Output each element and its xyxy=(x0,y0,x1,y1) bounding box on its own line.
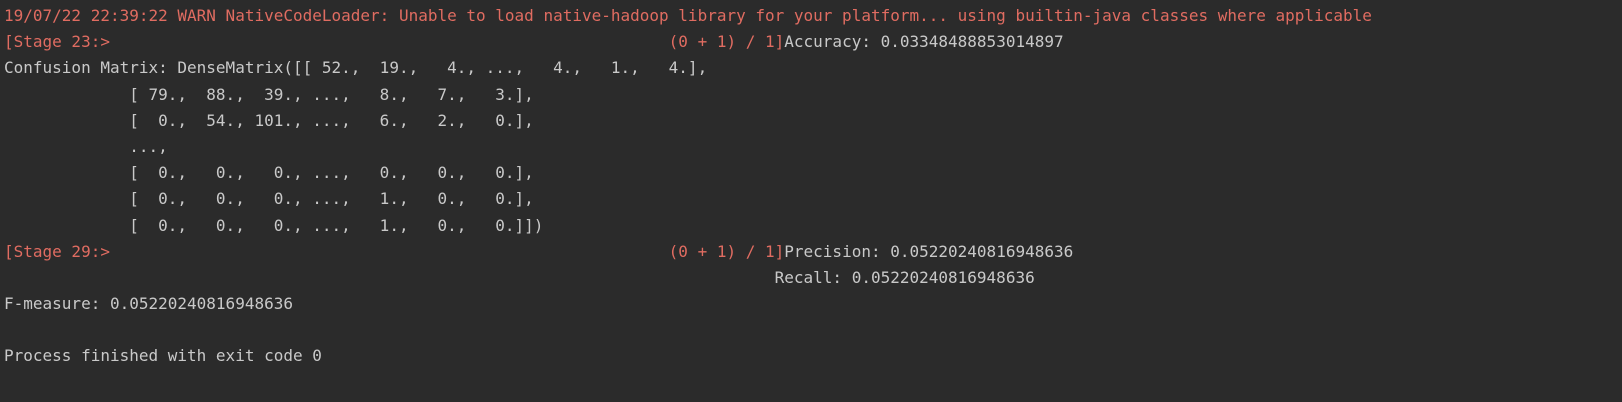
matrix-row-text: [ 0., 0., 0., ..., 1., 0., 0.]]) xyxy=(4,215,544,235)
stderr-text: 19/07/22 22:39:22 WARN NativeCodeLoader:… xyxy=(4,6,1372,25)
console-line-matrix-row: [ 0., 0., 0., ..., 1., 0., 0.]]) xyxy=(0,213,1622,239)
matrix-row-text: ..., xyxy=(4,136,168,156)
console-line-f-measure: F-measure: 0.05220240816948636 xyxy=(0,291,1622,317)
accuracy-text: Accuracy: 0.03348488853014897 xyxy=(784,32,1064,52)
console-line-stage-29: [Stage 29:> (0 + 1) / 1]Precision: 0.052… xyxy=(0,239,1622,265)
matrix-row-text: [ 0., 54., 101., ..., 6., 2., 0.], xyxy=(4,110,534,130)
console-line-matrix-row: [ 0., 54., 101., ..., 6., 2., 0.], xyxy=(0,108,1622,134)
matrix-row-text: Confusion Matrix: DenseMatrix([[ 52., 19… xyxy=(4,58,708,78)
console-line-matrix-ellipsis: ..., xyxy=(0,134,1622,160)
stage-progress-text: [Stage 29:> (0 + 1) / 1] xyxy=(4,241,785,261)
stage-progress-text: [Stage 23:> (0 + 1) / 1] xyxy=(4,32,785,52)
exit-status-text: Process finished with exit code 0 xyxy=(4,346,322,366)
f-measure-text: F-measure: 0.05220240816948636 xyxy=(4,294,293,314)
console-line-matrix-row: [ 0., 0., 0., ..., 0., 0., 0.], xyxy=(0,160,1622,186)
matrix-row-text: [ 79., 88., 39., ..., 8., 7., 3.], xyxy=(4,84,534,104)
console-line-stage-23: [Stage 23:> (0 + 1) / 1]Accuracy: 0.0334… xyxy=(0,29,1622,55)
console-output[interactable]: 19/07/22 22:39:22 WARN NativeCodeLoader:… xyxy=(0,3,1622,370)
precision-text: Precision: 0.05220240816948636 xyxy=(784,241,1074,261)
matrix-row-text: [ 0., 0., 0., ..., 1., 0., 0.], xyxy=(4,189,534,209)
console-line-confusion-matrix: Confusion Matrix: DenseMatrix([[ 52., 19… xyxy=(0,55,1622,81)
console-line-matrix-row: [ 0., 0., 0., ..., 1., 0., 0.], xyxy=(0,186,1622,212)
console-line-exit: Process finished with exit code 0 xyxy=(0,343,1622,369)
console-line-recall: Recall: 0.05220240816948636 xyxy=(0,265,1622,291)
console-line-warn: 19/07/22 22:39:22 WARN NativeCodeLoader:… xyxy=(0,3,1622,29)
console-line-matrix-row: [ 79., 88., 39., ..., 8., 7., 3.], xyxy=(0,82,1622,108)
matrix-row-text: [ 0., 0., 0., ..., 0., 0., 0.], xyxy=(4,163,534,183)
recall-text: Recall: 0.05220240816948636 xyxy=(4,267,1035,287)
